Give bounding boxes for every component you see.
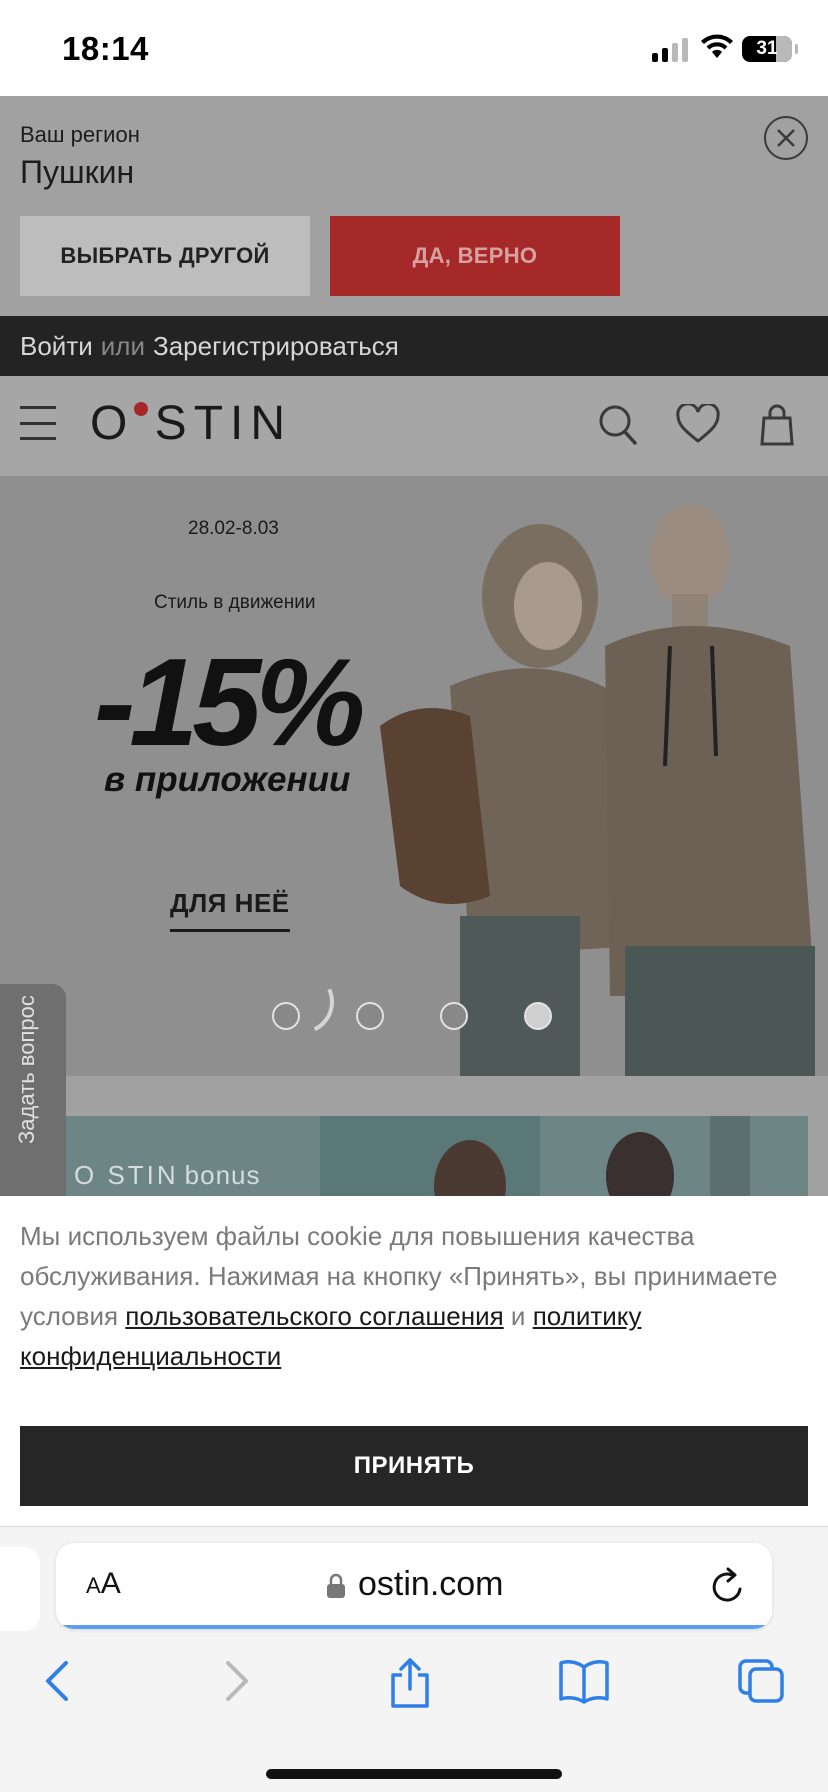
- ask-question-label: Задать вопрос: [14, 995, 39, 1144]
- auth-or-text: или: [100, 330, 145, 361]
- region-city: Пушкин: [20, 154, 135, 190]
- cookie-text: Мы используем файлы cookie для повышения…: [20, 1221, 778, 1371]
- user-agreement-link[interactable]: пользовательского соглашения: [125, 1301, 503, 1331]
- choose-other-region-button[interactable]: ВЫБРАТЬ ДРУГОЙ: [20, 216, 310, 296]
- text-size-button[interactable]: AA: [86, 1567, 121, 1601]
- auth-bar: Войти или Зарегистрироваться: [0, 316, 828, 376]
- login-link[interactable]: Войти: [20, 331, 93, 362]
- ask-question-tab[interactable]: Задать вопрос: [0, 984, 66, 1196]
- promo-tagline: Стиль в движении: [154, 592, 316, 613]
- carousel-dot[interactable]: [440, 1002, 468, 1030]
- promo-discount: -15%: [94, 634, 365, 772]
- heart-icon[interactable]: [676, 404, 720, 444]
- tabs-icon[interactable]: [736, 1657, 786, 1705]
- status-time: 18:14: [62, 30, 149, 67]
- home-indicator: [266, 1769, 562, 1779]
- battery-icon: 31: [742, 36, 792, 62]
- bookmarks-icon[interactable]: [558, 1657, 610, 1705]
- menu-icon[interactable]: [20, 406, 56, 440]
- back-icon[interactable]: [42, 1657, 72, 1705]
- page-load-progress: [56, 1625, 772, 1629]
- cookie-consent: Мы используем файлы cookie для повышения…: [0, 1196, 828, 1526]
- forward-icon[interactable]: [222, 1657, 252, 1705]
- carousel-dots: [272, 1002, 552, 1030]
- logo-dot: [134, 402, 148, 416]
- bonus-banner-title: O STIN bonus: [74, 1160, 261, 1190]
- register-link[interactable]: Зарегистрироваться: [153, 331, 399, 362]
- hero-banner[interactable]: 28.02-8.03 Стиль в движении -15% в прило…: [0, 476, 828, 1076]
- carousel-dot[interactable]: [272, 1002, 300, 1030]
- battery-level: 31: [756, 38, 778, 59]
- promo-discount-note: в приложении: [104, 760, 351, 799]
- carousel-dot[interactable]: [356, 1002, 384, 1030]
- share-icon[interactable]: [388, 1657, 432, 1709]
- web-page: Ваш регион Пушкин ВЫБРАТЬ ДРУГОЙ ДА, ВЕР…: [0, 96, 828, 1196]
- previous-tab-preview[interactable]: [0, 1547, 40, 1631]
- region-label: Ваш регион: [20, 122, 140, 147]
- logo[interactable]: O STIN: [90, 396, 292, 451]
- site-header: O STIN: [0, 376, 828, 476]
- wifi-icon: [701, 34, 733, 58]
- promo-date: 28.02-8.03: [188, 518, 279, 539]
- address-bar[interactable]: AA ostin.com: [56, 1543, 772, 1629]
- cellular-signal-icon: [652, 38, 688, 62]
- browser-toolbar: [0, 1647, 828, 1727]
- close-icon: [777, 129, 795, 147]
- accept-cookies-button[interactable]: ПРИНЯТЬ: [20, 1426, 808, 1506]
- for-her-link[interactable]: ДЛЯ НЕЁ: [170, 888, 290, 932]
- region-close-button[interactable]: [764, 116, 808, 160]
- reload-icon[interactable]: [710, 1567, 746, 1605]
- status-bar: 18:14 31: [0, 0, 828, 96]
- cart-icon[interactable]: [760, 404, 794, 446]
- lock-icon: [327, 1573, 345, 1598]
- confirm-region-button[interactable]: ДА, ВЕРНО: [330, 216, 620, 296]
- browser-chrome: AA ostin.com: [0, 1526, 828, 1792]
- bonus-banner[interactable]: O STIN bonus: [20, 1116, 808, 1196]
- url-text: ostin.com: [358, 1565, 504, 1603]
- carousel-dot-active[interactable]: [524, 1002, 552, 1030]
- search-icon[interactable]: [598, 404, 638, 446]
